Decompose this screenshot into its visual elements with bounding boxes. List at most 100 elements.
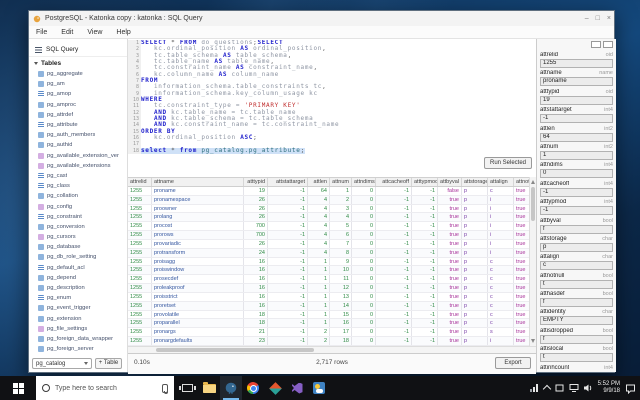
sidebar-table-pg_am[interactable]: pg_am <box>29 79 127 89</box>
sidebar-table-pg_class[interactable]: pg_class <box>29 181 127 191</box>
table-row[interactable]: 1255 pronamespace 26 -1 4 2 0 -1 -1 true p i true <box>128 195 536 205</box>
field-value-attrelid[interactable]: 1255 <box>540 59 613 68</box>
column-header-attalign[interactable]: attalign <box>488 178 514 186</box>
chrome-button[interactable] <box>242 376 264 400</box>
column-header-attlen[interactable]: attlen <box>308 178 330 186</box>
field-value-atthasdef[interactable]: f <box>540 298 613 308</box>
column-header-attndims[interactable]: attndims <box>352 178 376 186</box>
taskbar-clock[interactable]: 5:52 PM 9/9/18 <box>598 381 620 395</box>
tablet-mode-icon[interactable] <box>555 384 564 392</box>
field-value-attlen[interactable]: 64 <box>540 132 613 142</box>
sidebar-table-pg_available_extensions[interactable]: pg_available_extensions <box>29 161 127 171</box>
taskbar-search[interactable]: Type here to search <box>36 376 174 400</box>
table-row[interactable]: 1255 proname 19 -1 64 1 0 -1 -1 false p c true <box>128 187 536 196</box>
field-value-atttypid[interactable]: 19 <box>540 95 613 105</box>
table-row[interactable]: 1255 proiswindow 16 -1 1 10 0 -1 -1 true p c true <box>128 266 536 276</box>
sidebar-table-pg_extension[interactable]: pg_extension <box>29 314 127 324</box>
sidebar-table-pg_enum[interactable]: pg_enum <box>29 293 127 303</box>
field-value-attisdropped[interactable]: f <box>540 334 613 344</box>
sidebar-item-sql-query[interactable]: SQL Query <box>29 43 127 57</box>
sidebar-table-pg_default_acl[interactable]: pg_default_acl <box>29 263 127 273</box>
sidebar-table-pg_database[interactable]: pg_database <box>29 242 127 252</box>
field-value-attndims[interactable]: 0 <box>540 169 613 179</box>
table-row[interactable]: 1255 proleakproof 16 -1 1 12 0 -1 -1 true p c true <box>128 284 536 293</box>
column-header-attrelid[interactable]: attrelid <box>128 178 152 186</box>
table-row[interactable]: 1255 pronargs 21 -1 2 17 0 -1 -1 true p s true <box>128 328 536 338</box>
column-header-attbyval[interactable]: attbyval <box>438 178 462 186</box>
sidebar-table-pg_config[interactable]: pg_config <box>29 201 127 211</box>
sidebar-tables-header[interactable]: Tables <box>29 57 127 69</box>
file-explorer-button[interactable] <box>198 376 220 400</box>
table-row[interactable]: 1255 provariadic 26 -1 4 7 0 -1 -1 true p i true <box>128 239 536 249</box>
sidebar-table-pg_depend[interactable]: pg_depend <box>29 273 127 283</box>
table-row[interactable]: 1255 provolatile 18 -1 1 15 0 -1 -1 true p c true <box>128 310 536 320</box>
scroll-down-arrow[interactable] <box>531 339 535 343</box>
horizontal-scrollbar-thumb[interactable] <box>156 348 314 352</box>
editor-line[interactable]: 18 select * from pg_catalog.pg_attribute; <box>128 147 536 154</box>
vertical-scrollbar[interactable] <box>529 177 536 346</box>
sidebar-table-pg_amop[interactable]: pg_amop <box>29 89 127 99</box>
table-row[interactable]: 1255 proowner 26 -1 4 3 0 -1 -1 true p i true <box>128 204 536 214</box>
add-table-button[interactable]: + Table <box>95 358 122 369</box>
column-header-attcacheoff[interactable]: attcacheoff <box>376 178 412 186</box>
table-row[interactable]: 1255 prolang 26 -1 4 4 0 -1 -1 true p i true <box>128 213 536 223</box>
field-value-atttypmod[interactable]: -1 <box>540 206 613 216</box>
sidebar-table-pg_attribute[interactable]: pg_attribute <box>29 120 127 130</box>
sidebar-table-pg_file_settings[interactable]: pg_file_settings <box>29 324 127 334</box>
sidebar-table-pg_aggregate[interactable]: pg_aggregate <box>29 69 127 79</box>
column-header-attstorage[interactable]: attstorage <box>462 178 488 186</box>
column-header-atttypid[interactable]: atttypid <box>244 178 268 186</box>
table-row[interactable]: 1255 procost 700 -1 4 5 0 -1 -1 true p i true <box>128 222 536 232</box>
table-row[interactable]: 1255 proretset 16 -1 1 14 0 -1 -1 true p c true <box>128 301 536 311</box>
table-row[interactable]: 1255 proisstrict 16 -1 1 13 0 -1 -1 true p c true <box>128 292 536 302</box>
menu-file[interactable]: File <box>29 29 54 36</box>
menu-help[interactable]: Help <box>109 29 137 36</box>
menu-view[interactable]: View <box>80 29 109 36</box>
sidebar-table-pg_attrdef[interactable]: pg_attrdef <box>29 110 127 120</box>
sidebar-table-pg_cursors[interactable]: pg_cursors <box>29 232 127 242</box>
sidebar-table-pg_foreign_data_wrapper[interactable]: pg_foreign_data_wrapper <box>29 334 127 344</box>
action-center-icon[interactable] <box>625 383 636 394</box>
network-signal-icon[interactable] <box>529 384 539 392</box>
column-header-attnum[interactable]: attnum <box>330 178 352 186</box>
title-bar[interactable]: PostgreSQL - Katonka copy : katonka : SQ… <box>29 11 614 26</box>
weather-button[interactable] <box>308 376 330 400</box>
sidebar-table-pg_cast[interactable]: pg_cast <box>29 171 127 181</box>
sidebar-table-pg_foreign_server[interactable]: pg_foreign_server <box>29 344 127 354</box>
sidebar-table-pg_description[interactable]: pg_description <box>29 283 127 293</box>
table-row[interactable]: 1255 protransform 24 -1 4 8 0 -1 -1 true p i true <box>128 248 536 258</box>
field-value-attname[interactable]: proname <box>540 77 613 87</box>
close-button[interactable]: × <box>607 12 611 25</box>
horizontal-scrollbar[interactable] <box>128 346 536 353</box>
field-value-attcacheoff[interactable]: -1 <box>540 187 613 197</box>
field-value-attalign[interactable]: c <box>540 261 613 271</box>
table-row[interactable]: 1255 pronargdefaults 23 -1 2 18 0 -1 -1 true p i tru… <box>128 337 536 346</box>
run-selected-button[interactable]: Run Selected <box>484 157 532 169</box>
field-value-attbyval[interactable]: f <box>540 224 613 234</box>
sidebar-table-pg_db_role_setting[interactable]: pg_db_role_setting <box>29 252 127 262</box>
field-value-attnum[interactable]: 1 <box>540 150 613 160</box>
sidebar-table-pg_authid[interactable]: pg_authid <box>29 140 127 150</box>
schema-select[interactable]: pg_catalog <box>32 358 92 369</box>
postbird-taskbar-button[interactable] <box>220 376 242 400</box>
scroll-up-arrow[interactable] <box>531 180 535 184</box>
speaker-icon[interactable] <box>583 384 593 392</box>
task-view-button[interactable] <box>176 376 198 400</box>
panel-toggle-1[interactable] <box>591 41 601 48</box>
display-icon[interactable] <box>569 384 579 392</box>
sidebar-table-pg_constraint[interactable]: pg_constraint <box>29 212 127 222</box>
sidebar-table-pg_conversion[interactable]: pg_conversion <box>29 222 127 232</box>
field-value-attnotnull[interactable]: t <box>540 279 613 289</box>
sidebar-table-pg_available_extension_ver[interactable]: pg_available_extension_ver <box>29 151 127 161</box>
sidebar-table-pg_collation[interactable]: pg_collation <box>29 191 127 201</box>
vertical-scrollbar-thumb[interactable] <box>531 187 535 221</box>
menu-edit[interactable]: Edit <box>54 29 80 36</box>
show-hidden-icons-chevron[interactable] <box>542 384 551 394</box>
column-header-attstattarget[interactable]: attstattarget <box>268 178 308 186</box>
sidebar-table-pg_auth_members[interactable]: pg_auth_members <box>29 130 127 140</box>
panel-toggle-2[interactable] <box>603 41 613 48</box>
field-value-attstattarget[interactable]: -1 <box>540 114 613 124</box>
sidebar-table-pg_amproc[interactable]: pg_amproc <box>29 100 127 110</box>
maximize-button[interactable]: □ <box>596 12 600 25</box>
column-header-attname[interactable]: attname <box>152 178 244 186</box>
